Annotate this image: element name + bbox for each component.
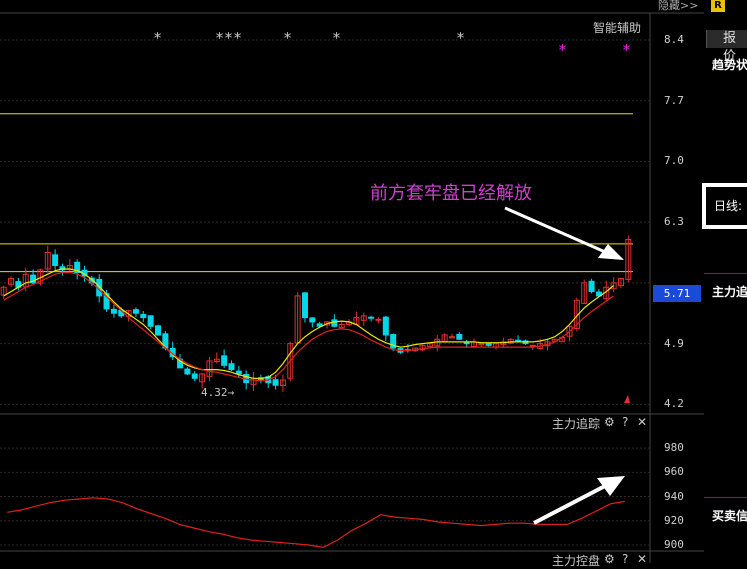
candle-body: [331, 319, 338, 327]
candle-body: [463, 342, 470, 345]
price-tick: 4.9: [664, 336, 684, 350]
candlesticks: [0, 235, 632, 392]
resistance-lines: [0, 113, 633, 273]
help-icon[interactable]: ?: [622, 415, 628, 429]
candle-body: [368, 316, 375, 319]
signal-star: *: [153, 29, 163, 47]
arrow-shaft: [533, 484, 606, 525]
stock-chart: [0, 12, 704, 563]
smart-assist-label[interactable]: 智能辅助: [593, 19, 641, 36]
candle-body: [132, 309, 139, 314]
indicator-tick: 900: [664, 537, 684, 551]
candle-body: [52, 254, 59, 267]
trade-signal-label[interactable]: 买卖信: [712, 507, 747, 524]
price-tick: 6.3: [664, 215, 684, 229]
trend-label[interactable]: 趋势状: [712, 56, 747, 73]
close-icon[interactable]: ✕: [637, 552, 647, 566]
candle-body: [309, 317, 316, 323]
candle-body: [147, 315, 154, 327]
hide-toggle[interactable]: 隐藏>>: [658, 0, 704, 12]
low-price-label: 4.32→: [201, 386, 235, 399]
indicator-tick: 980: [664, 441, 684, 455]
chart-grid: [0, 12, 704, 563]
candle-body: [515, 339, 522, 342]
close-icon[interactable]: ✕: [637, 415, 647, 429]
signal-star: *: [283, 29, 293, 47]
candle-body: [301, 292, 308, 319]
candle-body: [235, 370, 242, 375]
gear-icon[interactable]: ⚙: [604, 552, 615, 566]
r-badge[interactable]: R: [711, 0, 725, 12]
signal-star: ***: [215, 29, 243, 47]
arrow-shaft: [504, 206, 613, 257]
candle-body: [191, 373, 198, 379]
candle-body: [272, 379, 279, 386]
candle-body: [155, 325, 161, 336]
signal-star: *: [332, 29, 342, 47]
candle-body: [375, 318, 382, 321]
indicator-tick: 920: [664, 513, 684, 527]
daily-box[interactable]: 日线:: [702, 183, 747, 229]
candle-body: [140, 313, 147, 319]
price-tick: 7.0: [664, 154, 684, 168]
annotation-text: 前方套牢盘已经解放: [370, 183, 532, 204]
signal-star: *: [456, 29, 466, 47]
divider: [704, 273, 747, 274]
magenta-star: *: [558, 41, 568, 59]
candle-body: [184, 368, 191, 375]
gear-icon[interactable]: ⚙: [604, 415, 615, 429]
divider: [704, 497, 747, 498]
price-tick: 7.7: [664, 93, 684, 107]
price-tick: 4.2: [664, 397, 684, 411]
candle-body: [382, 316, 389, 336]
candle-body: [228, 363, 235, 371]
main-force-line: [7, 497, 625, 549]
annotation-arrows: [504, 206, 630, 525]
sub-panel-title[interactable]: 主力追踪: [552, 415, 600, 432]
help-icon[interactable]: ?: [622, 552, 628, 566]
candle-body: [529, 344, 536, 347]
magenta-star: *: [622, 41, 632, 59]
candle-body: [221, 355, 228, 366]
current-price-box: 5.71: [653, 285, 701, 302]
ma-long-line: [3, 271, 614, 382]
candle-body: [588, 280, 595, 293]
main-force-label[interactable]: 主力追: [712, 283, 747, 300]
small-red-marker: [624, 395, 630, 403]
indicator-tick: 940: [664, 489, 684, 503]
candle-body: [110, 308, 117, 314]
sub-panel2-title[interactable]: 主力控盘: [552, 552, 600, 569]
indicator-tick: 960: [664, 465, 684, 479]
candle-body: [456, 334, 463, 340]
quote-tab[interactable]: 报价: [706, 30, 747, 64]
price-tick: 8.4: [664, 33, 684, 47]
